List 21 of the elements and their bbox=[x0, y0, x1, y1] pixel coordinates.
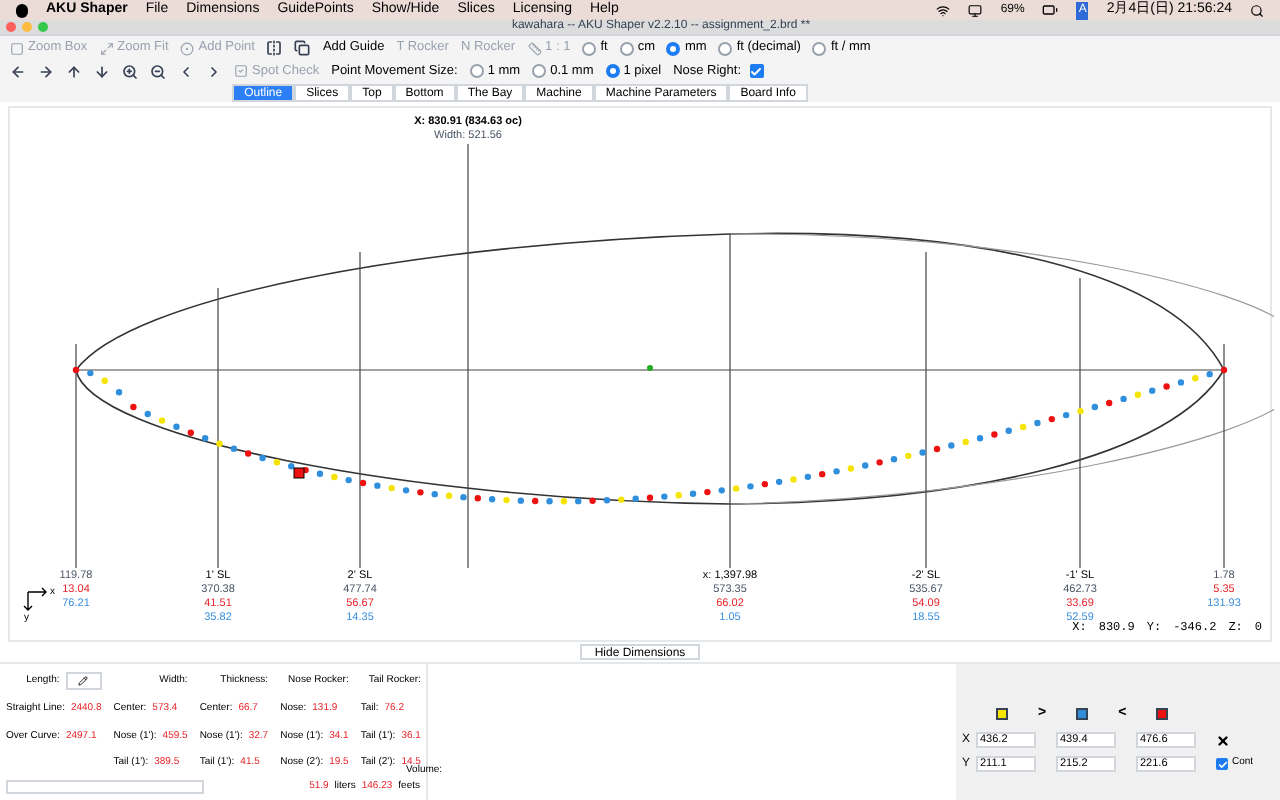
battery-icon[interactable] bbox=[1042, 2, 1059, 18]
color-swatch[interactable] bbox=[1076, 708, 1089, 721]
zoom-out-icon[interactable] bbox=[146, 63, 170, 79]
box-icon bbox=[10, 41, 24, 55]
edit-button[interactable] bbox=[65, 672, 102, 690]
wifi-icon[interactable] bbox=[936, 3, 951, 17]
color-swatch[interactable] bbox=[996, 708, 1008, 721]
zoom-in-icon[interactable] bbox=[118, 63, 142, 79]
point-icon bbox=[180, 41, 195, 55]
search-icon[interactable] bbox=[1250, 3, 1264, 17]
checkbox-icon bbox=[234, 64, 248, 78]
checkbox[interactable] bbox=[749, 64, 764, 78]
display-icon[interactable] bbox=[968, 3, 983, 17]
close-icon[interactable] bbox=[1216, 733, 1230, 747]
copy-icon[interactable] bbox=[290, 40, 315, 56]
expand-icon bbox=[99, 41, 114, 55]
pencil-icon bbox=[78, 676, 89, 686]
color-swatch[interactable] bbox=[1156, 708, 1169, 721]
checkbox[interactable] bbox=[1216, 758, 1228, 770]
ruler-icon bbox=[527, 41, 542, 55]
flip-icon[interactable] bbox=[262, 40, 287, 56]
